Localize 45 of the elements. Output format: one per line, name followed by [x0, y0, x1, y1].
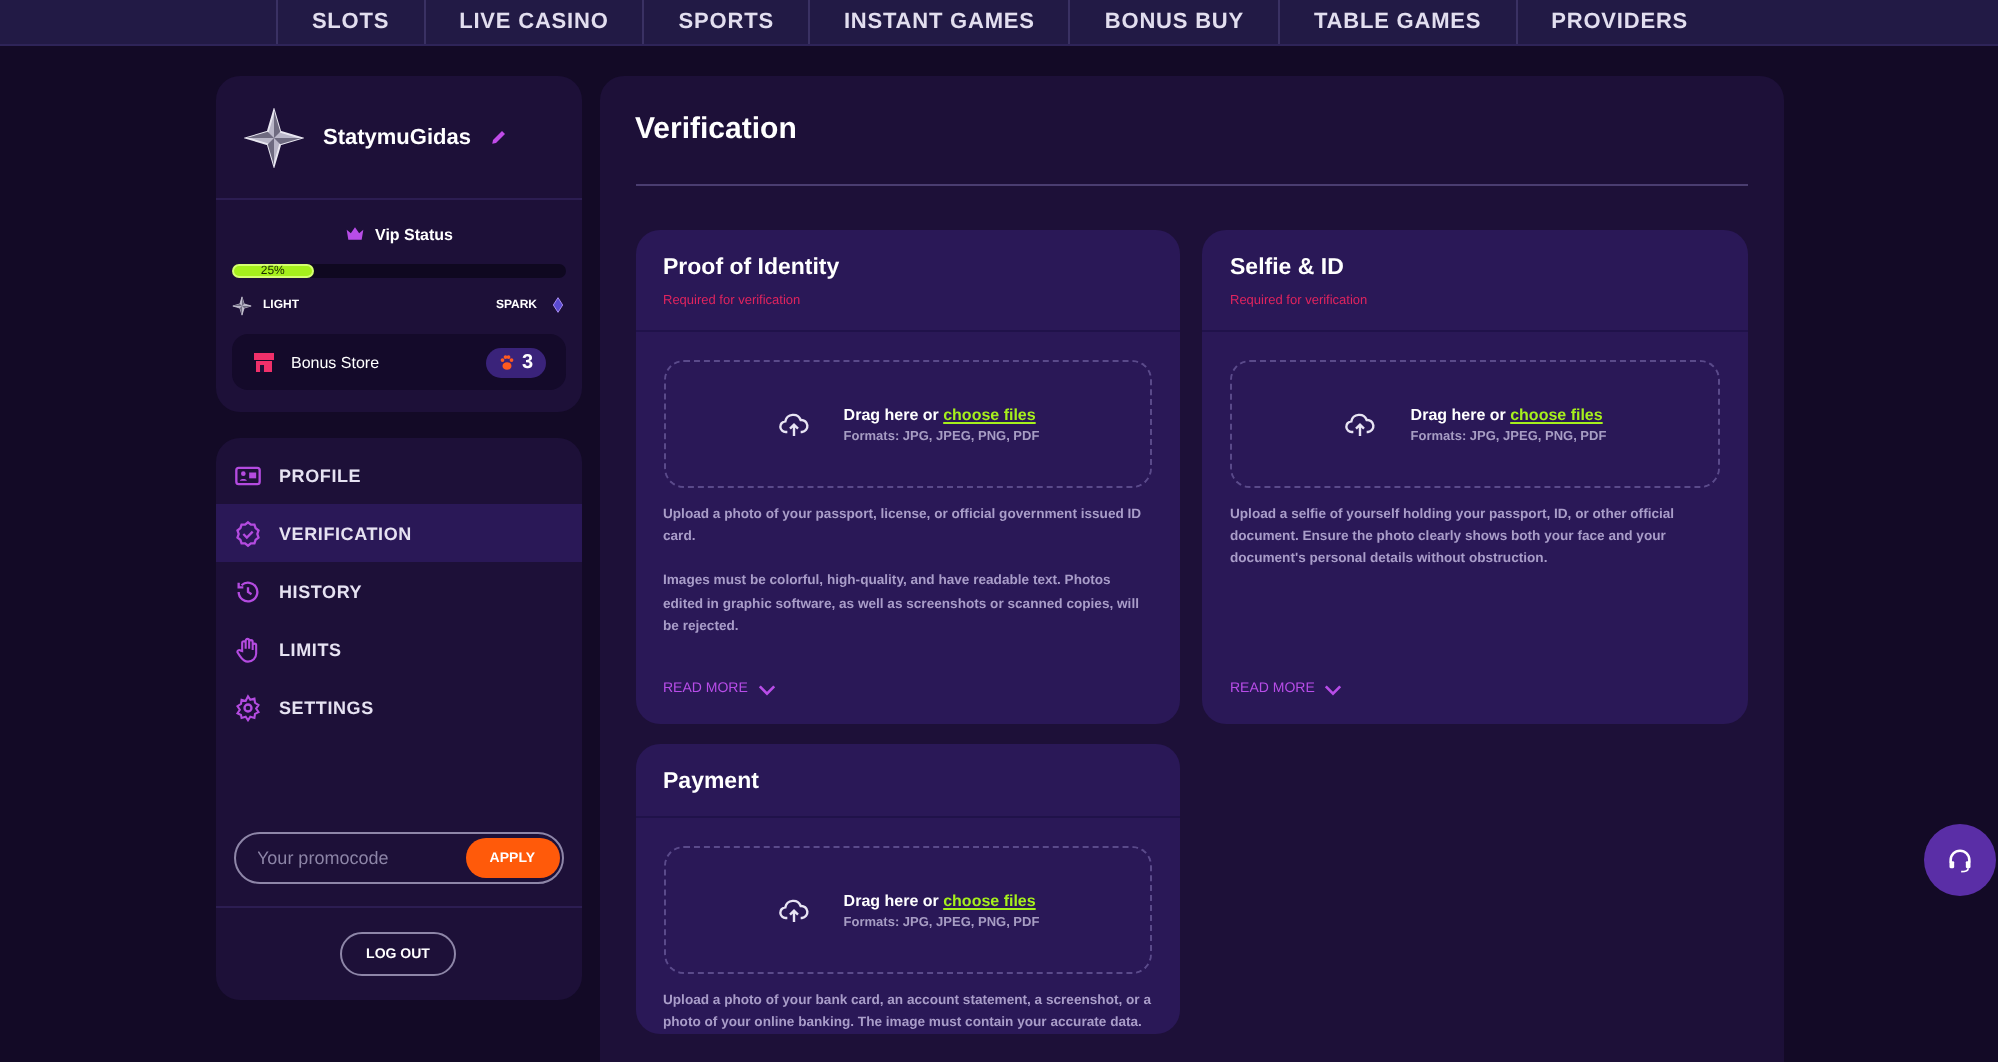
nav-link[interactable]: SLOTS [275, 0, 424, 44]
menu-item[interactable]: VERIFICATION [215, 504, 581, 562]
card-title: Payment [663, 770, 761, 794]
support-button[interactable] [1924, 824, 1996, 896]
drop-instruction: Drag here or choose files [843, 891, 1038, 909]
settings-icon [233, 693, 261, 721]
drop-instruction: Drag here or choose files [1410, 405, 1605, 423]
chevron-down-icon [757, 683, 776, 695]
menu-item[interactable]: LIMITS [215, 620, 581, 678]
bonus-store-button[interactable]: Bonus Store 3 [231, 334, 565, 390]
id-card-icon [233, 461, 261, 489]
hand-icon [233, 635, 261, 663]
nav-link[interactable]: TABLE GAMES [1278, 0, 1516, 44]
menu-item[interactable]: SETTINGS [215, 678, 581, 736]
vip-status-label: Vip Status [375, 225, 453, 243]
history-icon [233, 577, 261, 605]
badge-check-icon [233, 519, 261, 547]
crown-icon [343, 224, 365, 244]
star-avatar-icon [243, 107, 303, 167]
chevron-down-icon [1324, 683, 1343, 695]
drop-instruction: Drag here or choose files [843, 405, 1038, 423]
choose-files-link[interactable]: choose files [943, 405, 1036, 423]
card-title: Selfie & ID [1230, 256, 1346, 280]
page-title: Verification [635, 112, 799, 146]
menu-item[interactable]: PROFILE [215, 446, 581, 504]
nav-link[interactable]: PROVIDERS [1515, 0, 1723, 44]
nav-link[interactable]: BONUS BUY [1068, 0, 1278, 44]
menu-item[interactable]: HISTORY [215, 562, 581, 620]
shop-icon [251, 350, 275, 374]
card-title: Proof of Identity [663, 256, 842, 280]
choose-files-link[interactable]: choose files [943, 891, 1036, 909]
upload-cloud-icon [775, 408, 812, 440]
choose-files-link[interactable]: choose files [1510, 405, 1603, 423]
nav-link[interactable]: SPORTS [642, 0, 808, 44]
nav-link[interactable]: INSTANT GAMES [807, 0, 1069, 44]
paw-icon [497, 353, 516, 371]
upload-cloud-icon [1342, 408, 1379, 440]
upload-cloud-icon [775, 894, 812, 926]
pencil-icon [490, 128, 509, 146]
count-badge: 3 [485, 347, 545, 377]
nav-link[interactable]: LIVE CASINO [423, 0, 643, 44]
headset-icon [1946, 846, 1974, 874]
gem-icon [549, 294, 565, 316]
username: StatymuGidas [323, 125, 471, 149]
star-icon [231, 295, 251, 315]
